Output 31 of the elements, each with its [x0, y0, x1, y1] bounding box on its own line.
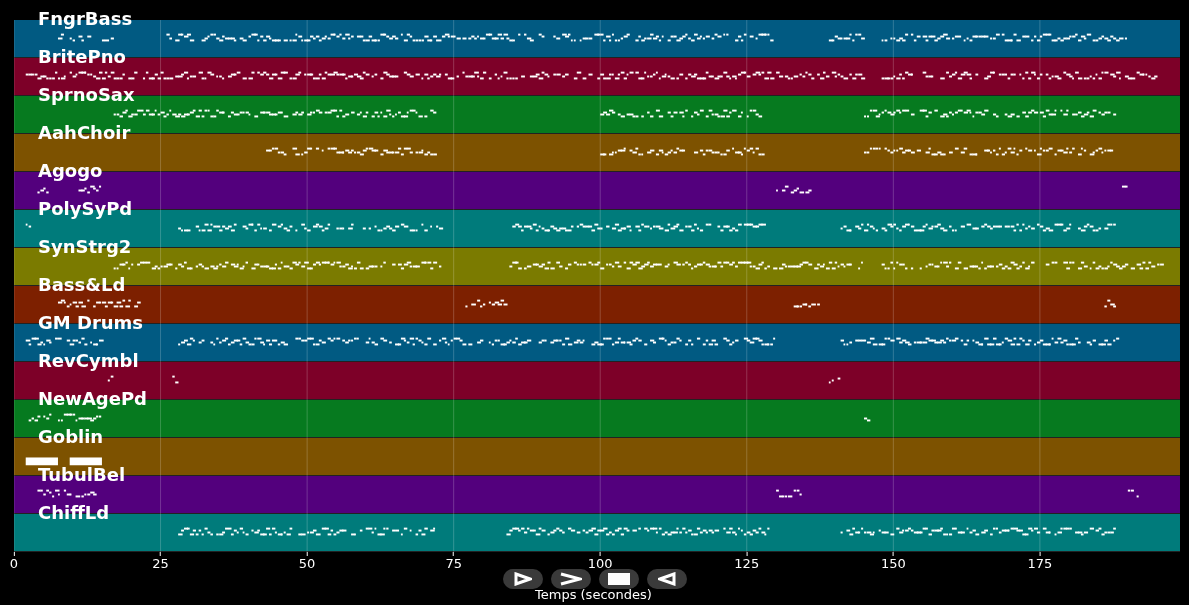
tick-label: 100	[587, 557, 613, 570]
tick-label: 150	[880, 557, 906, 570]
axis-label: Temps (secondes)	[535, 588, 652, 601]
track-label: SynStrg2	[38, 238, 132, 256]
track-label: Goblin	[38, 428, 104, 446]
chevron-right-icon	[560, 572, 582, 586]
track-label: NewAgePd	[38, 390, 147, 408]
track-label: BritePno	[38, 48, 126, 66]
player-button[interactable]	[503, 569, 543, 589]
back-icon	[658, 572, 676, 586]
track-label: Bass&Ld	[38, 276, 126, 294]
track-label: ChiffLd	[38, 504, 110, 522]
tick-label: 25	[152, 557, 169, 570]
player-button[interactable]	[551, 569, 591, 589]
track-label: PolySyPd	[38, 200, 133, 218]
track-label: GM Drums	[38, 314, 144, 332]
player-button[interactable]	[599, 569, 639, 589]
tick-label: 125	[734, 557, 760, 570]
track-label: SprnoSax	[38, 86, 135, 104]
track-label: AahChoir	[38, 124, 131, 142]
track-label: RevCymbl	[38, 352, 139, 370]
track-label: Agogo	[38, 162, 103, 180]
player-button[interactable]	[647, 569, 687, 589]
tick-label: 175	[1027, 557, 1053, 570]
track-label: TubulBel	[38, 466, 126, 484]
tick-label: 75	[445, 557, 462, 570]
stop-icon	[608, 573, 630, 585]
track-label: FngrBass	[38, 10, 133, 28]
tick-label: 0	[9, 557, 19, 570]
play-icon	[514, 572, 532, 586]
tick-label: 50	[298, 557, 316, 570]
